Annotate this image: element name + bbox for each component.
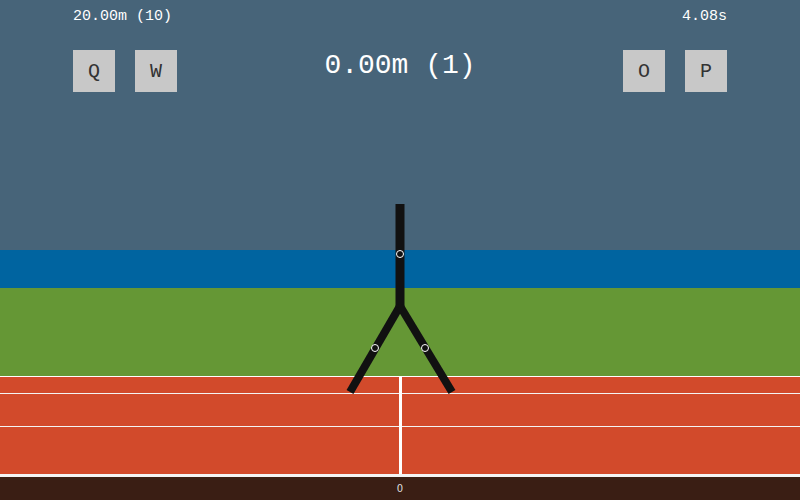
runner-canvas [0, 0, 800, 500]
infield [0, 288, 800, 376]
key-button[interactable]: P [685, 50, 727, 92]
key-button[interactable]: O [623, 50, 665, 92]
sky: 20.00m (10) 4.08s QW 0.00m (1) OP [0, 0, 800, 250]
track [0, 376, 800, 477]
ground: 0 [0, 477, 800, 500]
lane [0, 394, 800, 427]
current-distance: 0.00m (1) [324, 50, 475, 82]
runner-icon [350, 204, 452, 392]
left-keys: QW [73, 50, 177, 92]
controls-row: QW 0.00m (1) OP [73, 50, 727, 92]
key-button[interactable]: Q [73, 50, 115, 92]
start-line [399, 376, 402, 474]
lane [0, 377, 800, 394]
lane [0, 427, 800, 477]
timer: 4.08s [682, 8, 727, 26]
game-scene: 20.00m (10) 4.08s QW 0.00m (1) OP 0 [0, 0, 800, 500]
hud-top: 20.00m (10) 4.08s [73, 8, 727, 26]
best-distance: 20.00m (10) [73, 8, 172, 26]
stands [0, 250, 800, 288]
key-button[interactable]: W [135, 50, 177, 92]
distance-marker: 0 [397, 483, 403, 494]
right-keys: OP [623, 50, 727, 92]
